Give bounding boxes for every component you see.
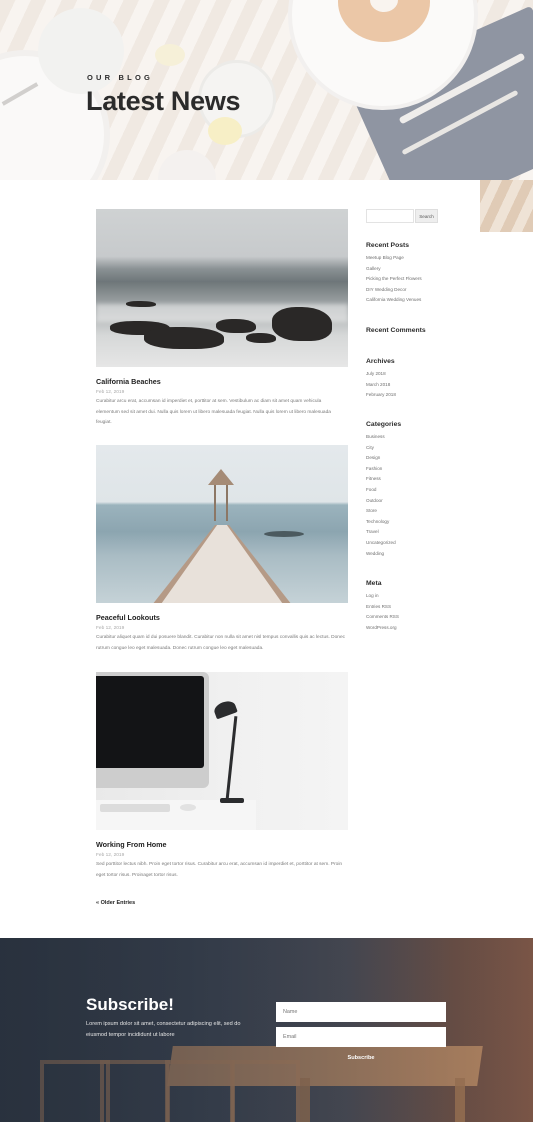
blog-post: Peaceful Lookouts Feb 12, 2019 Curabitur… <box>96 445 348 654</box>
search-button[interactable]: Search <box>415 209 438 223</box>
category-link[interactable]: Outdoor <box>366 496 396 507</box>
post-excerpt: Sed porttitor lectus nibh. Proin eget to… <box>96 862 343 878</box>
post-date: Feb 12, 2019 <box>96 390 125 395</box>
post-title[interactable]: Peaceful Lookouts <box>96 613 348 622</box>
archive-link[interactable]: March 2018 <box>366 380 396 391</box>
post-excerpt: Curabitur arcu erat, accumsan id imperdi… <box>96 399 331 425</box>
recent-post-link[interactable]: California Wedding Venues <box>366 295 422 306</box>
recent-post-link[interactable]: Meetup Blog Page <box>366 253 422 264</box>
category-link[interactable]: City <box>366 443 396 454</box>
name-field[interactable] <box>276 1002 446 1022</box>
recent-posts-title: Recent Posts <box>366 242 410 249</box>
recent-post-link[interactable]: DIY Wedding Decor <box>366 285 422 296</box>
hero-corner-image <box>480 180 533 232</box>
meta-title: Meta <box>366 580 382 587</box>
meta-list: Log in Entries RSS Comments RSS WordPres… <box>366 591 399 633</box>
recent-posts-list: Meetup Blog Page Gallery Picking the Per… <box>366 253 422 306</box>
category-link[interactable]: Food <box>366 485 396 496</box>
subscribe-text: Lorem ipsum dolor sit amet, consectetur … <box>86 1021 241 1038</box>
subscribe-section <box>0 938 533 1122</box>
category-link[interactable]: Uncategorized <box>366 538 396 549</box>
category-link[interactable]: Wedding <box>366 549 396 560</box>
post-thumbnail[interactable] <box>96 209 348 367</box>
search-input[interactable] <box>366 209 414 223</box>
meta-link[interactable]: Entries RSS <box>366 602 399 613</box>
archive-link[interactable]: July 2018 <box>366 369 396 380</box>
post-date: Feb 12, 2019 <box>96 853 125 858</box>
page-title: Latest News <box>86 86 241 116</box>
categories-title: Categories <box>366 421 402 428</box>
archives-title: Archives <box>366 358 395 365</box>
sidebar: Search Recent Posts Meetup Blog Page Gal… <box>366 209 461 630</box>
recent-post-link[interactable]: Gallery <box>366 264 422 275</box>
category-link[interactable]: Design <box>366 453 396 464</box>
categories-list: Business City Design Fashion Fitness Foo… <box>366 432 396 559</box>
post-thumbnail[interactable] <box>96 445 348 603</box>
post-title[interactable]: Working From Home <box>96 840 348 849</box>
email-field[interactable] <box>276 1027 446 1047</box>
subscribe-title: Subscribe! <box>86 995 174 1014</box>
archives-list: July 2018 March 2018 February 2018 <box>366 369 396 401</box>
recent-post-link[interactable]: Picking the Perfect Flowers <box>366 274 422 285</box>
post-excerpt: Curabitur aliquet quam id dui posuere bl… <box>96 635 346 651</box>
category-link[interactable]: Store <box>366 506 396 517</box>
category-link[interactable]: Travel <box>366 527 396 538</box>
meta-link[interactable]: Comments RSS <box>366 612 399 623</box>
category-link[interactable]: Fitness <box>366 474 396 485</box>
post-date: Feb 12, 2019 <box>96 626 125 631</box>
subscribe-button[interactable]: Subscribe <box>276 1051 446 1065</box>
category-link[interactable]: Technology <box>366 517 396 528</box>
archive-link[interactable]: February 2018 <box>366 390 396 401</box>
category-link[interactable]: Business <box>366 432 396 443</box>
post-thumbnail[interactable] <box>96 672 348 830</box>
search-form: Search <box>366 209 461 223</box>
hero-eyebrow: OUR BLOG <box>87 73 154 82</box>
post-title[interactable]: California Beaches <box>96 377 348 386</box>
older-entries-link[interactable]: « Older Entries <box>96 900 135 906</box>
blog-post: Working From Home Feb 12, 2019 Sed portt… <box>96 672 348 881</box>
meta-link[interactable]: WordPress.org <box>366 623 399 634</box>
meta-link[interactable]: Log in <box>366 591 399 602</box>
recent-comments-title: Recent Comments <box>366 327 426 334</box>
category-link[interactable]: Fashion <box>366 464 396 475</box>
blog-post: California Beaches Feb 12, 2019 Curabitu… <box>96 209 348 429</box>
hero-banner <box>0 0 533 180</box>
